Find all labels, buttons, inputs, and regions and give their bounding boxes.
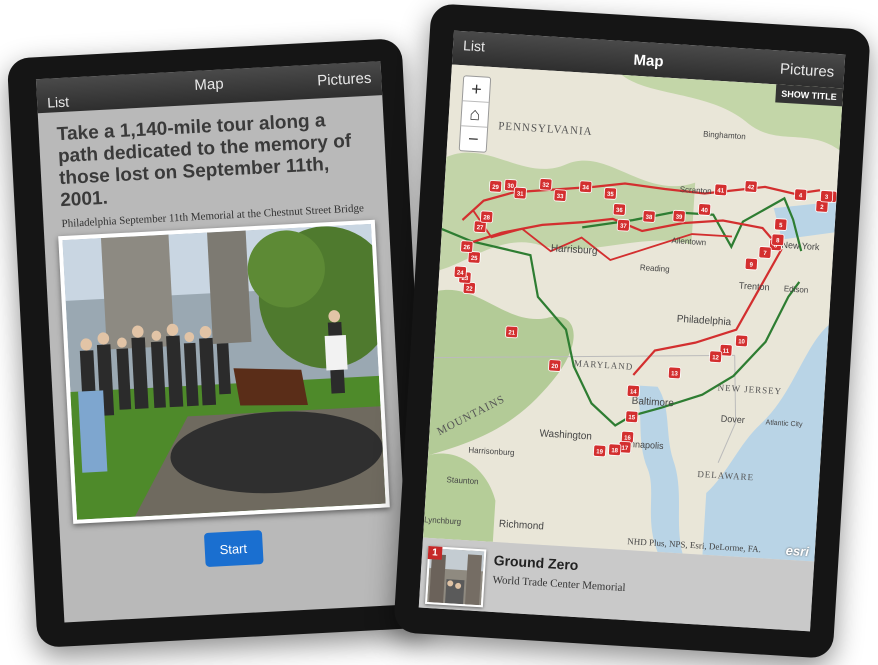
route-marker-label: 31: [517, 190, 525, 198]
start-button[interactable]: Start: [203, 530, 264, 568]
route-marker-29[interactable]: 29: [488, 180, 503, 193]
route-marker-label: 24: [457, 269, 465, 277]
route-marker-label: 28: [483, 214, 491, 222]
route-marker-33[interactable]: 33: [553, 189, 567, 202]
tab-list[interactable]: List: [47, 94, 70, 111]
route-marker-20[interactable]: 20: [548, 359, 562, 372]
route-marker-label: 12: [712, 354, 720, 362]
label-trenton: Trenton: [739, 280, 770, 292]
route-marker-22[interactable]: 22: [462, 281, 476, 295]
stop-title: Ground Zero: [493, 552, 579, 574]
route-marker-label: 21: [508, 329, 516, 337]
route-marker-label: 30: [507, 183, 515, 191]
route-marker-label: 22: [466, 285, 474, 293]
route-marker-label: 36: [616, 207, 624, 215]
esri-logo: esri: [785, 542, 810, 560]
route-marker-label: 26: [463, 244, 471, 252]
tablet-left: List Map Pictures Take a 1,140-mile tour…: [6, 38, 433, 648]
intro-headline: Take a 1,140-mile tour along a path dedi…: [56, 110, 352, 212]
route-marker-label: 14: [630, 388, 638, 396]
tablet-right: List Map Pictures PENNSYLVANIA Binghamto…: [393, 3, 871, 659]
route-marker-label: 39: [675, 214, 683, 222]
route-map[interactable]: PENNSYLVANIA Binghamton Scranton Harrisb…: [422, 64, 844, 562]
route-marker-41[interactable]: 41: [714, 183, 728, 197]
route-marker-40[interactable]: 40: [697, 203, 712, 216]
label-edison: Edison: [784, 284, 809, 295]
route-marker-label: 32: [542, 182, 550, 190]
route-marker-35[interactable]: 35: [603, 187, 617, 200]
route-marker-9[interactable]: 9: [744, 257, 758, 271]
route-marker-label: 27: [476, 224, 484, 232]
route-marker-21[interactable]: 21: [505, 325, 519, 339]
route-marker-8[interactable]: 8: [771, 233, 785, 247]
label-scranton: Scranton: [679, 185, 711, 196]
tab-map[interactable]: Map: [194, 75, 224, 94]
route-marker-label: 11: [723, 348, 730, 356]
route-marker-26[interactable]: 26: [460, 240, 474, 253]
route-marker-42[interactable]: 42: [744, 180, 758, 193]
label-staunton: Staunton: [446, 475, 478, 486]
stop-thumbnail[interactable]: 1: [424, 545, 487, 608]
route-marker-label: 20: [551, 363, 559, 371]
route-marker-19[interactable]: 19: [593, 444, 607, 458]
route-marker-7[interactable]: 7: [758, 246, 772, 259]
stop-number-badge: 1: [427, 545, 443, 560]
route-marker-12[interactable]: 12: [708, 350, 723, 364]
route-marker-label: 19: [596, 448, 604, 456]
left-screen: List Map Pictures Take a 1,140-mile tour…: [35, 61, 409, 623]
route-marker-4[interactable]: 4: [794, 188, 808, 202]
route-marker-24[interactable]: 24: [453, 265, 467, 279]
route-marker-31[interactable]: 31: [513, 186, 527, 200]
route-marker-label: 10: [738, 338, 746, 346]
route-marker-36[interactable]: 36: [612, 203, 627, 216]
route-marker-14[interactable]: 14: [626, 384, 640, 398]
route-marker-10[interactable]: 10: [734, 334, 749, 348]
route-marker-28[interactable]: 28: [480, 210, 494, 224]
route-marker-label: 37: [620, 223, 628, 231]
left-navbar: List Map Pictures: [35, 61, 383, 114]
route-marker-label: 18: [611, 447, 619, 455]
home-button[interactable]: ⌂: [461, 101, 489, 128]
route-marker-5[interactable]: 5: [774, 218, 788, 231]
zoom-in-button[interactable]: +: [462, 76, 491, 103]
tab-map[interactable]: Map: [633, 52, 664, 71]
route-marker-label: 15: [628, 414, 636, 422]
label-reading: Reading: [640, 263, 670, 274]
route-marker-34[interactable]: 34: [579, 180, 593, 194]
route-marker-label: 33: [557, 193, 565, 201]
route-marker-label: 40: [701, 207, 709, 215]
intro-photo: [58, 219, 390, 524]
route-marker-3[interactable]: 3: [819, 190, 834, 203]
route-marker-38[interactable]: 38: [642, 210, 656, 223]
tab-pictures[interactable]: Pictures: [780, 61, 835, 81]
route-marker-25[interactable]: 25: [467, 251, 481, 264]
tab-list[interactable]: List: [463, 37, 486, 54]
route-marker-label: 17: [621, 445, 629, 453]
route-marker-label: 38: [645, 214, 653, 222]
zoom-control: + ⌂ −: [458, 75, 492, 153]
route-marker-15[interactable]: 15: [625, 410, 639, 424]
route-marker-18[interactable]: 18: [608, 443, 622, 457]
label-dover: Dover: [721, 414, 746, 426]
route-marker-label: 16: [624, 434, 632, 442]
route-marker-label: 34: [582, 184, 590, 192]
memorial-photo: [62, 223, 386, 520]
route-marker-32[interactable]: 32: [539, 178, 553, 191]
route-marker-label: 13: [671, 370, 679, 378]
route-marker-label: 42: [747, 184, 755, 192]
route-marker-label: 41: [717, 187, 725, 195]
route-marker-13[interactable]: 13: [667, 366, 682, 380]
zoom-out-button[interactable]: −: [460, 126, 487, 152]
route-marker-label: 35: [607, 191, 615, 199]
route-marker-label: 29: [492, 184, 500, 192]
right-screen: List Map Pictures PENNSYLVANIA Binghamto…: [418, 30, 846, 632]
tab-pictures[interactable]: Pictures: [317, 70, 372, 90]
route-marker-39[interactable]: 39: [672, 209, 686, 223]
stop-subtitle: World Trade Center Memorial: [492, 573, 626, 595]
home-icon: ⌂: [468, 103, 481, 125]
route-marker-37[interactable]: 37: [616, 218, 631, 232]
route-marker-label: 25: [471, 255, 479, 263]
